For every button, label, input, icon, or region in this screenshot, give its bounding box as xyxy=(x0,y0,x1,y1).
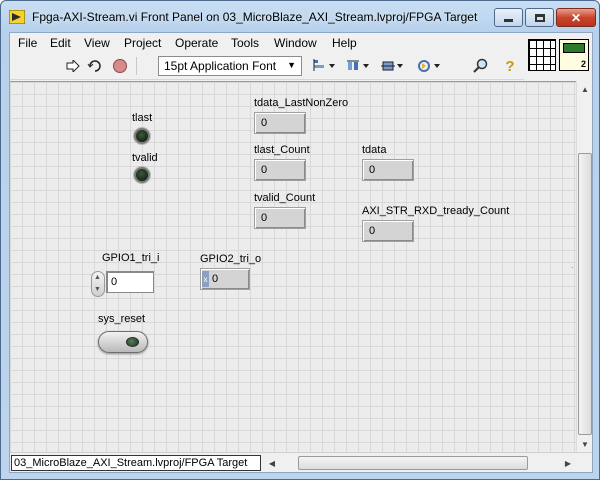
tdata-value: 0 xyxy=(369,164,376,176)
maximize-icon xyxy=(526,9,553,26)
menu-edit[interactable]: Edit xyxy=(50,36,71,50)
title-bar[interactable]: Fpga-AXI-Stream.vi Front Panel on 03_Mic… xyxy=(1,1,599,33)
increment-arrow-icon[interactable]: ▲ xyxy=(94,274,101,281)
gpio2-tri-o-indicator: x 0 xyxy=(200,268,250,290)
window-title: Fpga-AXI-Stream.vi Front Panel on 03_Mic… xyxy=(32,10,478,24)
gpio1-tri-i-stepper[interactable]: ▲ ▼ xyxy=(91,271,105,297)
tvalid-led xyxy=(134,167,150,183)
labview-vi-icon xyxy=(9,10,25,24)
menu-window[interactable]: Window xyxy=(274,36,317,50)
minimize-icon xyxy=(495,9,522,26)
chevron-down-icon: ▼ xyxy=(287,60,296,70)
menu-operate[interactable]: Operate xyxy=(175,36,218,50)
scroll-down-icon[interactable]: ▼ xyxy=(577,436,593,452)
tdata-last-nonzero-indicator: 0 xyxy=(254,112,306,134)
help-icon[interactable]: ? xyxy=(501,58,519,75)
font-select-value: 15pt Application Font xyxy=(164,59,277,73)
scroll-right-icon[interactable]: ▶ xyxy=(560,455,576,471)
gpio1-tri-i-input[interactable]: 0 xyxy=(106,271,154,293)
axi-str-rxd-tready-count-label: AXI_STR_RXD_tready_Count xyxy=(362,205,510,217)
minimize-button[interactable] xyxy=(494,8,523,27)
window-frame: Fpga-AXI-Stream.vi Front Panel on 03_Mic… xyxy=(0,0,600,480)
status-bar: 03_MicroBlaze_AXI_Stream.lvproj/FPGA Tar… xyxy=(10,452,592,472)
font-select[interactable]: 15pt Application Font ▼ xyxy=(158,56,302,76)
tvalid-count-label: tvalid_Count xyxy=(254,192,316,204)
connector-pane[interactable]: 2 xyxy=(524,36,592,74)
sys-reset-button[interactable] xyxy=(98,331,148,353)
tdata-last-nonzero-value: 0 xyxy=(261,117,268,129)
sys-reset-lamp xyxy=(126,337,139,347)
horizontal-scroll-thumb[interactable] xyxy=(298,456,528,470)
tvalid-count-value: 0 xyxy=(261,212,268,224)
radix-icon[interactable]: x xyxy=(202,271,209,287)
menu-project[interactable]: Project xyxy=(124,36,161,50)
gpio1-tri-i-label: GPIO1_tri_i xyxy=(102,252,160,264)
vi-icon-screen xyxy=(563,43,585,53)
axi-str-rxd-tready-count-value: 0 xyxy=(369,225,376,237)
execution-target-path: 03_MicroBlaze_AXI_Stream.lvproj/FPGA Tar… xyxy=(11,455,261,471)
gpio2-tri-o-value: 0 xyxy=(212,273,219,285)
search-icon[interactable] xyxy=(472,58,490,74)
abort-icon[interactable] xyxy=(111,58,129,74)
vi-icon-number: 2 xyxy=(580,59,586,69)
reorder-icon[interactable] xyxy=(417,58,443,74)
front-panel-client: File Edit View Project Operate Tools Win… xyxy=(9,32,593,473)
run-continuously-icon[interactable] xyxy=(86,58,104,74)
close-icon: ✕ xyxy=(570,10,582,25)
connector-pane-grid[interactable] xyxy=(528,39,556,71)
tdata-last-nonzero-label: tdata_LastNonZero xyxy=(254,97,349,109)
menu-file[interactable]: File xyxy=(18,36,37,50)
menu-view[interactable]: View xyxy=(84,36,110,50)
menu-help[interactable]: Help xyxy=(332,36,357,50)
scroll-up-icon[interactable]: ▲ xyxy=(577,81,593,97)
axi-str-rxd-tready-count-indicator: 0 xyxy=(362,220,414,242)
tlast-count-indicator: 0 xyxy=(254,159,306,181)
vertical-scroll-thumb[interactable] xyxy=(578,153,592,435)
tlast-label: tlast xyxy=(132,112,153,124)
tlast-count-value: 0 xyxy=(261,164,268,176)
panel-edge-marker: . xyxy=(571,260,574,270)
align-objects-icon[interactable] xyxy=(312,58,338,74)
scroll-left-icon[interactable]: ◀ xyxy=(264,455,280,471)
horizontal-scrollbar[interactable]: ◀ ▶ xyxy=(264,455,576,471)
tvalid-count-indicator: 0 xyxy=(254,207,306,229)
gpio1-tri-i-value: 0 xyxy=(111,276,118,288)
gpio2-tri-o-label: GPIO2_tri_o xyxy=(200,253,262,265)
toolbar: 15pt Application Font ▼ ? xyxy=(10,53,524,80)
vi-icon[interactable]: 2 xyxy=(559,39,589,71)
maximize-button[interactable] xyxy=(525,8,554,27)
menu-bar: File Edit View Project Operate Tools Win… xyxy=(10,33,524,53)
menu-tools[interactable]: Tools xyxy=(231,36,259,50)
sys-reset-label: sys_reset xyxy=(98,313,146,325)
tlast-led xyxy=(134,128,150,144)
decrement-arrow-icon[interactable]: ▼ xyxy=(94,286,101,293)
front-panel: tlast tvalid tdata_LastNonZero 0 tlast_C… xyxy=(10,81,576,452)
tdata-indicator: 0 xyxy=(362,159,414,181)
close-button[interactable]: ✕ xyxy=(556,8,596,27)
tlast-count-label: tlast_Count xyxy=(254,144,310,156)
tvalid-label: tvalid xyxy=(132,152,158,164)
tdata-label: tdata xyxy=(362,144,387,156)
run-arrow-icon[interactable] xyxy=(64,58,82,74)
toolbar-separator xyxy=(136,57,137,75)
distribute-objects-icon[interactable] xyxy=(346,58,372,74)
resize-objects-icon[interactable] xyxy=(380,58,406,74)
vertical-scrollbar[interactable]: ▲ ▼ xyxy=(576,81,592,452)
